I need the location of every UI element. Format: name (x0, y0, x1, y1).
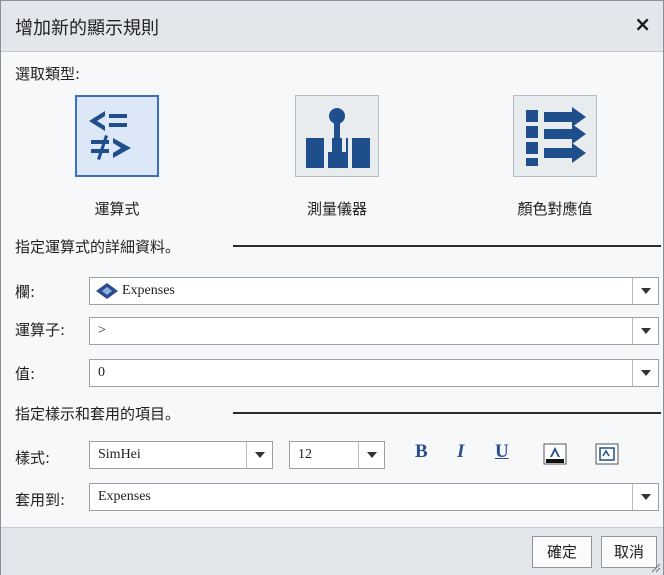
operator-value: > (98, 323, 106, 338)
font-value: SimHei (98, 447, 141, 462)
column-value: Expenses (122, 283, 175, 298)
apply-to-value: Expenses (98, 489, 151, 504)
column-select[interactable]: Expenses (89, 277, 659, 305)
fill-color-icon (595, 443, 619, 465)
resize-grip-icon[interactable] (651, 563, 661, 573)
expression-icon (89, 111, 131, 160)
type-gauge-label: 測量儀器 (306, 200, 367, 218)
value-combo[interactable]: 0 (89, 359, 659, 387)
cancel-button[interactable]: 取消 (601, 536, 657, 568)
type-gauge-button[interactable] (295, 95, 379, 177)
apply-to-dropdown-chevron-down-icon[interactable] (632, 484, 658, 510)
font-dropdown-chevron-down-icon[interactable] (246, 442, 272, 468)
type-expression-button[interactable] (75, 95, 159, 177)
details-section-divider (233, 245, 661, 247)
select-type-label: 選取類型: (15, 65, 81, 83)
style-label: 樣式: (15, 449, 51, 467)
value-input[interactable]: 0 (98, 365, 105, 381)
style-section-label: 指定樣示和套用的項目。 (15, 405, 181, 423)
color-mapped-values-icon (526, 107, 586, 166)
apply-to-label: 套用到: (15, 491, 66, 509)
dialog-titlebar: 增加新的顯示規則 × (1, 1, 663, 52)
font-size-value: 12 (298, 447, 312, 462)
details-section-label: 指定運算式的詳細資料。 (15, 238, 181, 256)
operator-select[interactable]: > (89, 317, 659, 345)
column-dropdown-chevron-down-icon[interactable] (632, 278, 658, 304)
measure-diamond-icon (96, 283, 118, 299)
text-color-icon (543, 443, 567, 465)
dialog-footer: 確定 取消 (1, 527, 663, 575)
ok-button[interactable]: 確定 (532, 536, 592, 568)
underline-button[interactable]: U (495, 441, 509, 463)
dialog-title: 增加新的顯示規則 (15, 18, 159, 39)
font-size-select[interactable]: 12 (289, 441, 385, 469)
font-select[interactable]: SimHei (89, 441, 273, 469)
gauge-icon (306, 108, 370, 168)
value-dropdown-chevron-down-icon[interactable] (632, 360, 658, 386)
close-icon[interactable]: × (634, 12, 651, 36)
type-color-mapped-button[interactable] (513, 95, 597, 177)
add-display-rule-dialog: 增加新的顯示規則 × 選取類型: 運算式 測量儀器 顏色對應值 指定運算式的詳細… (0, 0, 664, 575)
apply-to-select[interactable]: Expenses (89, 483, 659, 511)
bold-button[interactable]: B (415, 441, 428, 463)
italic-button[interactable]: I (457, 441, 464, 463)
font-size-dropdown-chevron-down-icon[interactable] (358, 442, 384, 468)
operator-label: 運算子: (15, 321, 66, 339)
value-label: 值: (15, 365, 36, 383)
type-color-mapped-label: 顏色對應值 (517, 200, 593, 218)
type-expression-label: 運算式 (94, 200, 140, 218)
background-color-button[interactable] (595, 443, 619, 465)
column-label: 欄: (15, 283, 36, 301)
style-section-divider (233, 412, 661, 414)
operator-dropdown-chevron-down-icon[interactable] (632, 318, 658, 344)
text-color-button[interactable] (543, 443, 567, 465)
